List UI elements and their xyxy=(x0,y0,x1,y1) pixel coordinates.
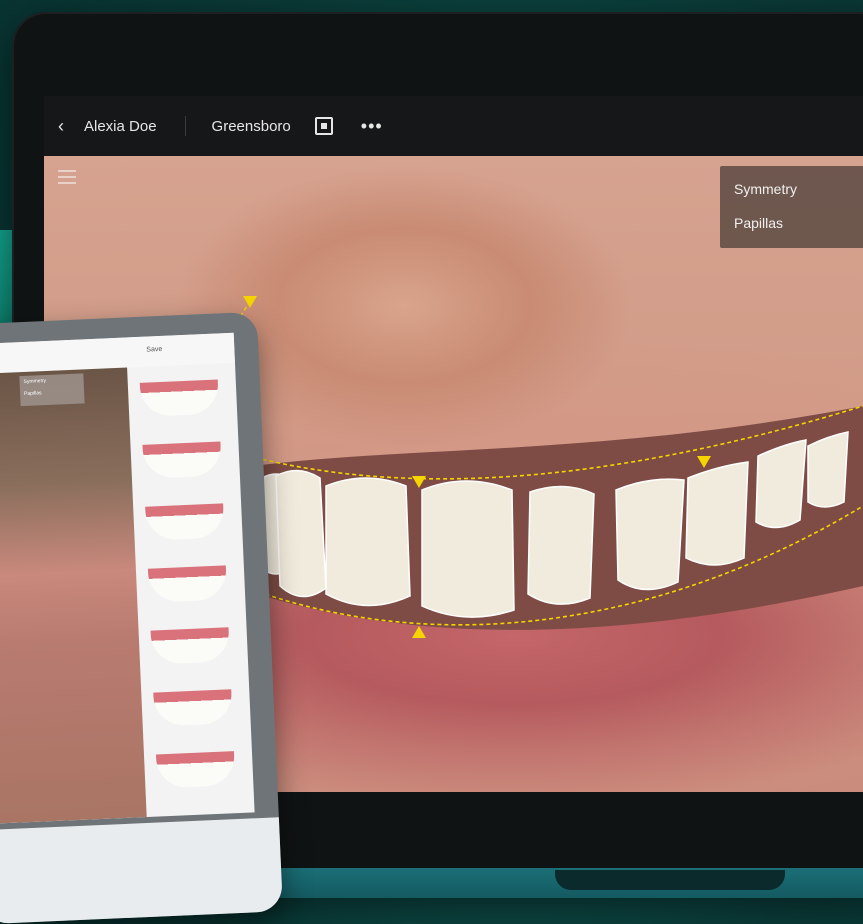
tablet-screen: Save Symmetry Papillas xyxy=(0,332,255,824)
smile-template-thumb[interactable] xyxy=(145,503,225,541)
guide-marker xyxy=(412,626,426,638)
tooth xyxy=(615,478,685,591)
smile-template-list xyxy=(127,363,255,817)
tablet-papillas-option[interactable]: Papillas xyxy=(20,385,84,400)
tooth xyxy=(527,485,595,605)
tablet-save-label[interactable]: Save xyxy=(146,346,162,354)
smile-template-thumb[interactable] xyxy=(139,379,220,417)
smile-template-thumb[interactable] xyxy=(147,565,228,603)
smile-template-thumb[interactable] xyxy=(155,751,236,789)
chevron-left-icon[interactable]: ‹ xyxy=(58,116,82,137)
tooth xyxy=(325,477,411,607)
symmetry-option[interactable]: Symmetry xyxy=(720,172,863,206)
patient-name[interactable]: Alexia Doe xyxy=(84,118,157,135)
laptop-notch xyxy=(555,870,785,890)
tooth xyxy=(275,469,327,598)
tooth xyxy=(685,461,749,566)
smile-template-thumb[interactable] xyxy=(153,689,233,727)
smile-template-thumb[interactable] xyxy=(142,441,222,479)
smile-template-thumb[interactable] xyxy=(150,627,230,665)
tablet-smile-photo[interactable] xyxy=(0,367,147,824)
tooth xyxy=(755,439,807,529)
toolbar-divider xyxy=(184,116,186,136)
guide-marker xyxy=(243,296,257,308)
papillas-option[interactable]: Papillas xyxy=(720,206,863,240)
tablet-bezel-bottom xyxy=(0,817,283,924)
more-icon[interactable]: ••• xyxy=(361,116,383,137)
analysis-options-panel: Symmetry Papillas xyxy=(720,166,863,248)
tablet-device: Save Symmetry Papillas xyxy=(0,311,283,924)
tooth xyxy=(421,480,515,618)
location-label[interactable]: Greensboro xyxy=(212,118,291,135)
tooth xyxy=(807,431,849,508)
tablet-options-panel: Symmetry Papillas xyxy=(19,373,85,407)
frame-icon[interactable] xyxy=(314,117,333,135)
top-toolbar: ‹ Alexia Doe Greensboro ••• xyxy=(44,96,863,156)
